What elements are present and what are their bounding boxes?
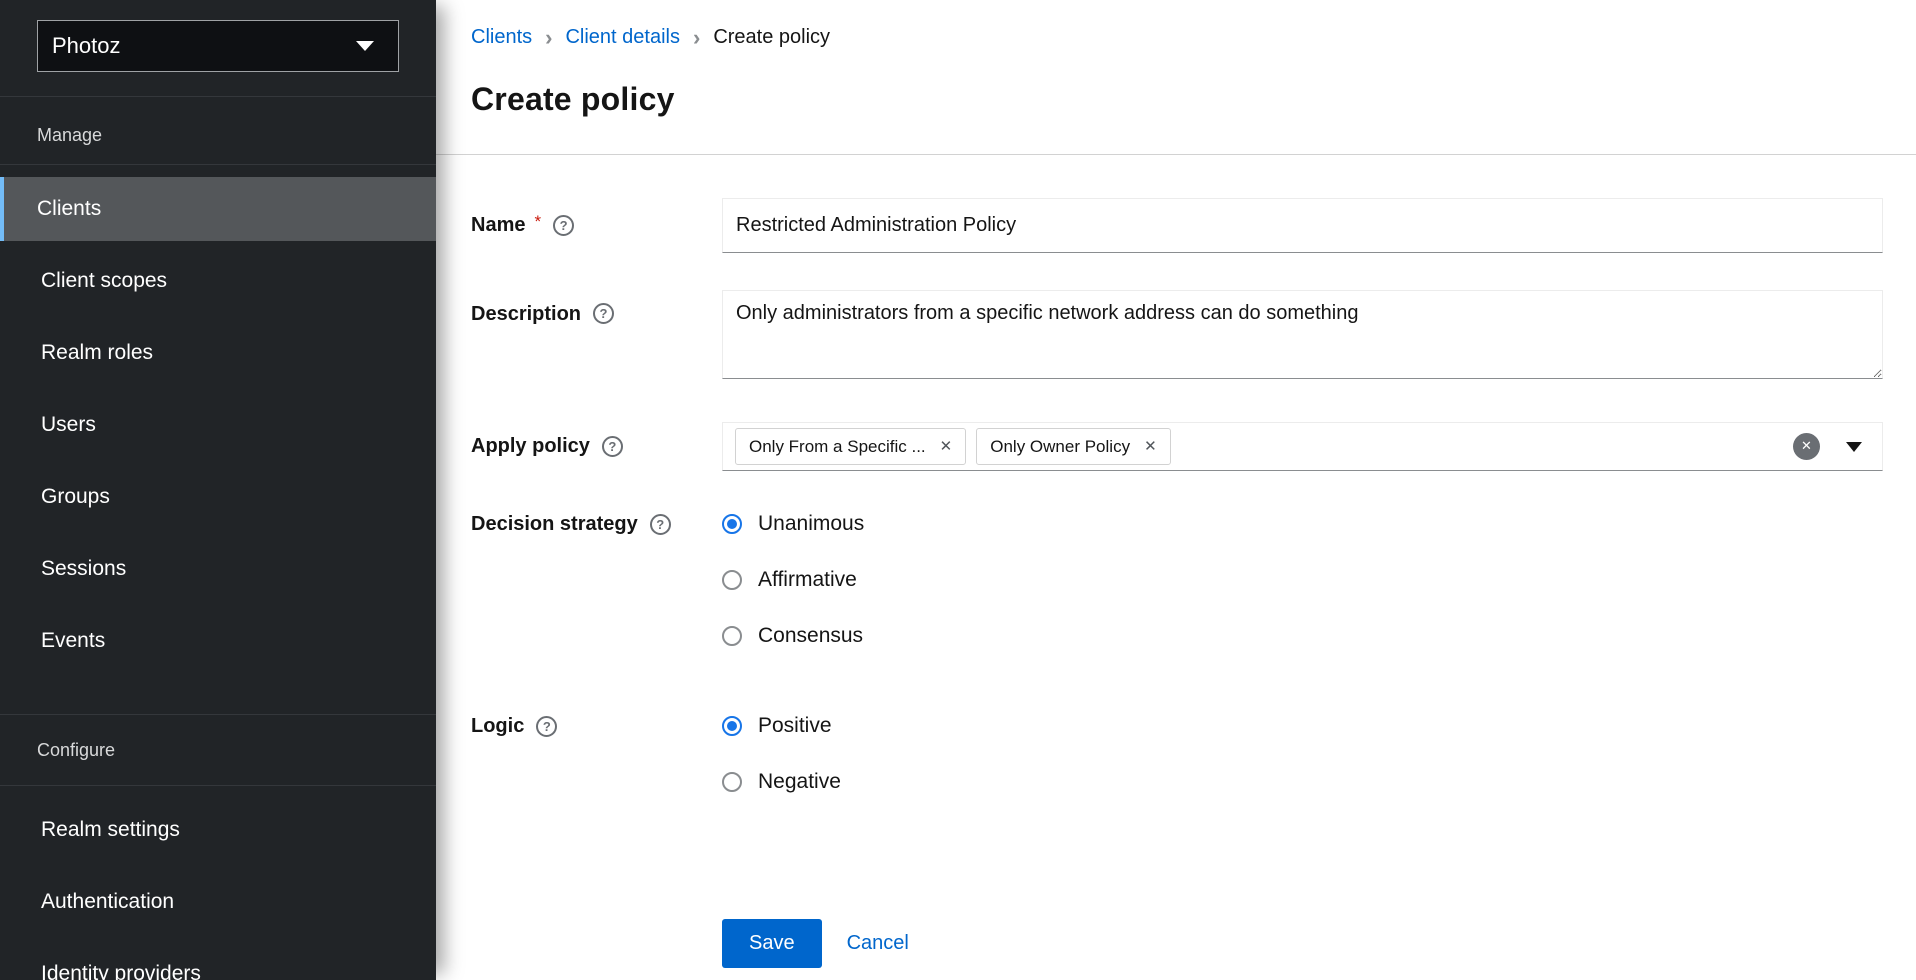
chip-label: Only From a Specific ... [749, 437, 926, 457]
main-content: Clients › Client details › Create policy… [436, 0, 1916, 980]
nav-manage: Clients Client scopes Realm roles Users … [0, 165, 436, 693]
decision-strategy-row: Decision strategy ? Unanimous Affirmativ… [471, 510, 1883, 650]
help-icon[interactable]: ? [553, 215, 574, 236]
required-indicator: * [534, 212, 541, 232]
sidebar-item-authentication[interactable]: Authentication [0, 870, 436, 934]
decision-strategy-radio-group: Unanimous Affirmative Consensus [722, 510, 1883, 650]
page-header: Clients › Client details › Create policy… [436, 0, 1916, 155]
decision-strategy-label: Decision strategy [471, 513, 638, 536]
sidebar-item-groups[interactable]: Groups [0, 465, 436, 529]
chip-close-icon[interactable]: ✕ [1144, 439, 1157, 454]
sidebar-item-label: Sessions [41, 557, 126, 581]
sidebar-item-label: Groups [41, 485, 110, 509]
radio-affirmative[interactable]: Affirmative [722, 566, 1883, 594]
sidebar-item-realm-roles[interactable]: Realm roles [0, 321, 436, 385]
sidebar-item-label: Client scopes [41, 269, 167, 293]
apply-policy-control-cell: Only From a Specific ... ✕ Only Owner Po… [722, 422, 1883, 471]
app-window: Photoz Manage Clients Client scopes Real… [0, 0, 1916, 980]
breadcrumb-link-clients[interactable]: Clients [471, 26, 532, 49]
apply-policy-label-cell: Apply policy ? [471, 422, 722, 471]
help-icon[interactable]: ? [602, 436, 623, 457]
radio-label: Unanimous [758, 512, 864, 536]
sidebar-item-sessions[interactable]: Sessions [0, 537, 436, 601]
apply-policy-label: Apply policy [471, 435, 590, 458]
radio-unanimous[interactable]: Unanimous [722, 510, 1883, 538]
page-title: Create policy [471, 81, 1916, 118]
logic-label-cell: Logic ? [471, 712, 722, 740]
clear-all-icon[interactable]: ✕ [1793, 433, 1820, 460]
nav-configure: Realm settings Authentication Identity p… [0, 786, 436, 980]
sidebar-item-label: Realm roles [41, 341, 153, 365]
breadcrumb-separator-icon: › [693, 27, 700, 49]
sidebar-item-label: Events [41, 629, 105, 653]
breadcrumb-link-client-details[interactable]: Client details [565, 26, 680, 49]
decision-strategy-label-cell: Decision strategy ? [471, 510, 722, 538]
create-policy-form: Name * ? Description ? Only administrato… [436, 155, 1916, 968]
name-row: Name * ? [471, 198, 1883, 253]
chip-label: Only Owner Policy [990, 437, 1130, 457]
actions-spacer [471, 919, 722, 968]
sidebar-item-label: Authentication [41, 890, 174, 914]
radio-input[interactable] [722, 626, 742, 646]
sidebar-item-events[interactable]: Events [0, 609, 436, 673]
sidebar-item-label: Identity providers [41, 962, 201, 980]
form-actions: Save Cancel [722, 919, 1883, 968]
description-label-cell: Description ? [471, 290, 722, 384]
form-actions-row: Save Cancel [471, 919, 1883, 968]
sidebar-masthead: Photoz [0, 0, 436, 97]
sidebar-item-clients[interactable]: Clients [0, 177, 436, 241]
radio-positive[interactable]: Positive [722, 712, 1883, 740]
chip-close-icon[interactable]: ✕ [940, 439, 953, 454]
radio-input[interactable] [722, 570, 742, 590]
radio-input-checked[interactable] [722, 716, 742, 736]
radio-input-checked[interactable] [722, 514, 742, 534]
description-textarea[interactable]: Only administrators from a specific netw… [722, 290, 1883, 379]
nav-section-header-manage: Manage [0, 97, 436, 165]
radio-consensus[interactable]: Consensus [722, 622, 1883, 650]
apply-policy-row: Apply policy ? Only From a Specific ... … [471, 422, 1883, 471]
radio-label: Negative [758, 770, 841, 794]
sidebar-item-label: Clients [37, 197, 101, 221]
save-button[interactable]: Save [722, 919, 822, 968]
caret-down-icon[interactable] [1846, 442, 1862, 452]
sidebar-item-label: Realm settings [41, 818, 180, 842]
help-icon[interactable]: ? [593, 303, 614, 324]
logic-row: Logic ? Positive Negative [471, 712, 1883, 796]
name-label-cell: Name * ? [471, 198, 722, 253]
description-row: Description ? Only administrators from a… [471, 290, 1883, 384]
sidebar-item-realm-settings[interactable]: Realm settings [0, 798, 436, 862]
logic-label: Logic [471, 715, 524, 738]
apply-policy-multiselect[interactable]: Only From a Specific ... ✕ Only Owner Po… [722, 422, 1883, 471]
name-label: Name [471, 214, 525, 237]
radio-label: Affirmative [758, 568, 857, 592]
breadcrumb-separator-icon: › [545, 27, 552, 49]
logic-radio-group: Positive Negative [722, 712, 1883, 796]
radio-label: Positive [758, 714, 832, 738]
cancel-link[interactable]: Cancel [847, 932, 909, 955]
description-control-cell: Only administrators from a specific netw… [722, 290, 1883, 384]
help-icon[interactable]: ? [536, 716, 557, 737]
caret-down-icon [356, 41, 374, 51]
sidebar-item-users[interactable]: Users [0, 393, 436, 457]
radio-negative[interactable]: Negative [722, 768, 1883, 796]
name-control-cell [722, 198, 1883, 253]
sidebar-item-label: Users [41, 413, 96, 437]
nav-section-header-configure: Configure [0, 714, 436, 786]
radio-input[interactable] [722, 772, 742, 792]
sidebar: Photoz Manage Clients Client scopes Real… [0, 0, 436, 980]
chip-only-from-a-specific: Only From a Specific ... ✕ [735, 428, 966, 465]
radio-label: Consensus [758, 624, 863, 648]
breadcrumb: Clients › Client details › Create policy [471, 26, 1916, 49]
description-label: Description [471, 303, 581, 326]
breadcrumb-current: Create policy [713, 26, 830, 49]
chip-only-owner-policy: Only Owner Policy ✕ [976, 428, 1170, 465]
realm-selector[interactable]: Photoz [37, 20, 399, 72]
name-input[interactable] [722, 198, 1883, 253]
sidebar-item-identity-providers[interactable]: Identity providers [0, 942, 436, 980]
sidebar-item-client-scopes[interactable]: Client scopes [0, 249, 436, 313]
help-icon[interactable]: ? [650, 514, 671, 535]
realm-selector-value: Photoz [52, 33, 121, 59]
